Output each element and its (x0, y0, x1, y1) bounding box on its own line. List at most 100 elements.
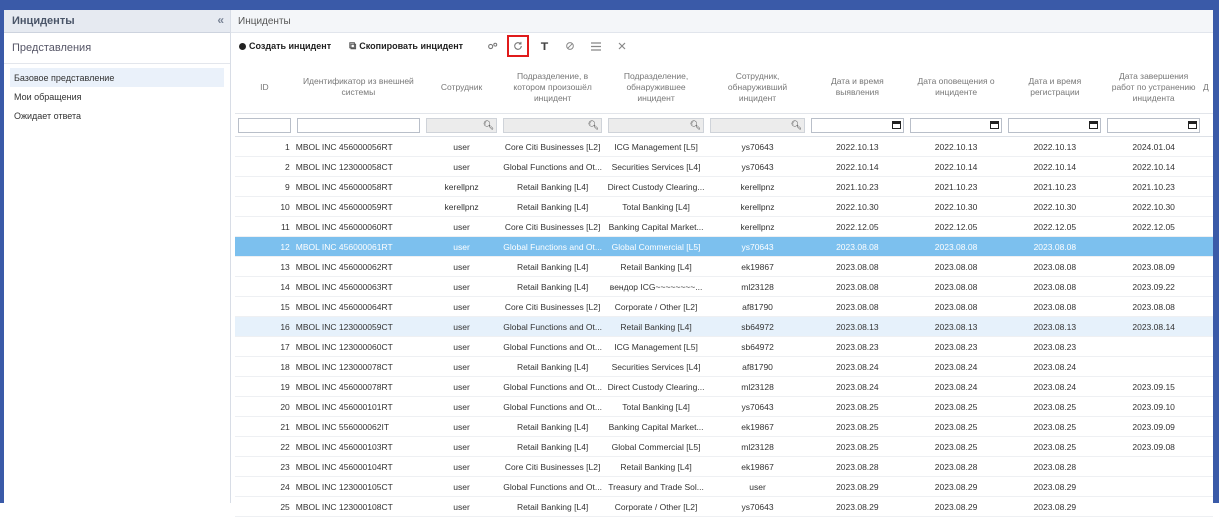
table-row[interactable]: 15 MBOL INC 456000064RT user Core Citi Busi… (235, 296, 1213, 317)
plus-circle-icon (239, 42, 246, 50)
table-cell: Direct Custody Clearing... (605, 176, 708, 197)
table-cell: Retail Banking [L4] (500, 416, 606, 437)
table-cell: sb64972 (707, 336, 809, 357)
table-cell: 2023.08.28 (808, 456, 907, 477)
collapse-icon[interactable]: « (217, 13, 224, 27)
search-icon[interactable]: 🔍︎ (588, 120, 601, 131)
table-cell: 2023.09.10 (1104, 396, 1204, 417)
col-header-id[interactable]: ID (235, 61, 294, 114)
table-cell: 2022.10.13 (1005, 136, 1105, 157)
filter-input-division-occurred[interactable]: 🔍︎ (503, 117, 603, 133)
close-icon[interactable] (611, 36, 633, 56)
table-cell: 2023.08.25 (808, 416, 907, 437)
table-row[interactable]: 20 MBOL INC 456000101RT user Global Functio… (235, 396, 1213, 417)
table-cell: MBOL INC 456000104RT (293, 456, 423, 477)
calendar-icon[interactable] (1188, 121, 1198, 129)
filter-date-completion[interactable] (1107, 117, 1201, 133)
table-cell: MBOL INC 456000059RT (293, 196, 423, 217)
table-row[interactable]: 13 MBOL INC 456000062RT user Retail Banking… (235, 256, 1213, 277)
filter-input-employee[interactable]: 🔍︎ (425, 117, 498, 133)
table-cell (1203, 196, 1213, 217)
table-cell: 2023.09.15 (1104, 376, 1204, 397)
table-row[interactable]: 23 MBOL INC 456000104RT user Core Citi Busi… (235, 456, 1213, 477)
filter-date-detection[interactable] (811, 117, 904, 133)
col-header-employee[interactable]: Сотрудник (422, 61, 501, 114)
table-row[interactable]: 25 MBOL INC 123000108CT user Retail Banking… (235, 496, 1213, 517)
col-header-division-detected[interactable]: Подразделение, обнаружившее инцидент (605, 61, 708, 114)
table-cell: ml23128 (707, 436, 809, 457)
col-header-notification-date[interactable]: Дата оповещения о инциденте (906, 61, 1006, 114)
table-cell: 2022.12.05 (1005, 216, 1105, 237)
table-cell: 2023.08.25 (1005, 396, 1105, 417)
table-cell (1203, 156, 1213, 177)
table-row[interactable]: 24 MBOL INC 123000105CT user Global Functio… (235, 476, 1213, 497)
table-cell: 2024.01.04 (1104, 136, 1204, 157)
table-row[interactable]: 2 MBOL INC 123000058CT user Global Function… (235, 156, 1213, 177)
filter-date-registration[interactable] (1008, 117, 1102, 133)
table-cell: 2023.08.13 (1005, 316, 1105, 337)
sidebar-item-my-requests[interactable]: Мои обращения (4, 87, 230, 106)
table-cell (1203, 176, 1213, 197)
filter-input-division-detected[interactable]: 🔍︎ (608, 117, 705, 133)
table-cell: 2023.09.09 (1104, 416, 1204, 437)
calendar-icon[interactable] (1089, 121, 1099, 129)
table-cell: Global Functions and Ot... (500, 396, 606, 417)
clear-filter-icon[interactable] (559, 36, 581, 56)
table-row[interactable]: 14 MBOL INC 456000063RT user Retail Banking… (235, 276, 1213, 297)
search-icon[interactable]: 🔍︎ (690, 120, 703, 131)
table-row[interactable]: 21 MBOL INC 556000062IT user Retail Banking… (235, 416, 1213, 437)
search-icon[interactable]: 🔍︎ (483, 120, 496, 131)
table-cell: user (422, 436, 501, 457)
settings-icon[interactable] (481, 36, 503, 56)
table-cell: Direct Custody Clearing... (605, 376, 708, 397)
table-cell: Retail Banking [L4] (605, 256, 708, 277)
table-row[interactable]: 9 MBOL INC 456000058RT kerellpnz Retail Ban… (235, 176, 1213, 197)
table-cell: 24 (235, 476, 294, 497)
table-row[interactable]: 19 MBOL INC 456000078RT user Global Functio… (235, 376, 1213, 397)
table-cell (1104, 496, 1204, 517)
table-cell: 2023.08.08 (1005, 276, 1105, 297)
col-header-detecting-employee[interactable]: Сотрудник, обнаруживший инцидент (707, 61, 809, 114)
col-header-truncated[interactable]: Д (1203, 61, 1213, 114)
table-cell: 2023.08.29 (808, 496, 907, 517)
filter-input-detecting-employee[interactable]: 🔍︎ (710, 117, 806, 133)
col-header-registration-date[interactable]: Дата и время регистрации (1005, 61, 1105, 114)
table-cell: 18 (235, 356, 294, 377)
table-row[interactable]: 16 MBOL INC 123000059CT user Global Functio… (235, 316, 1213, 337)
table-cell: 2023.08.29 (906, 496, 1006, 517)
filter-icon[interactable] (533, 36, 555, 56)
table-cell: ek19867 (707, 256, 809, 277)
filter-date-notification[interactable] (909, 117, 1003, 133)
table-cell: MBOL INC 456000060RT (293, 216, 423, 237)
refresh-icon[interactable] (507, 35, 530, 57)
table-cell: MBOL INC 123000059CT (293, 316, 423, 337)
table-row[interactable]: 22 MBOL INC 456000103RT user Retail Banking… (235, 436, 1213, 457)
table-cell: ek19867 (707, 456, 809, 477)
col-header-completion-date[interactable]: Дата завершения работ по устранению инци… (1104, 61, 1204, 114)
sidebar-item-base-view[interactable]: Базовое представление (10, 68, 224, 87)
table-row[interactable]: 1 MBOL INC 456000056RT user Core Citi Busin… (235, 136, 1213, 157)
create-incident-button[interactable]: Создать инцидент (239, 41, 331, 51)
filter-input-external-id[interactable] (296, 117, 420, 133)
col-header-detection-date[interactable]: Дата и время выявления (808, 61, 907, 114)
table-row[interactable]: 12 MBOL INC 456000061RT user Global Functio… (235, 236, 1213, 257)
col-header-external-id[interactable]: Идентификатор из внешней системы (293, 61, 423, 114)
copy-incident-button[interactable]: ⧉ Скопировать инцидент (349, 41, 463, 52)
table-row[interactable]: 11 MBOL INC 456000060RT user Core Citi Busi… (235, 216, 1213, 237)
table-cell: 2022.10.13 (906, 136, 1006, 157)
columns-icon[interactable] (585, 36, 607, 56)
calendar-icon[interactable] (891, 121, 901, 129)
table-row[interactable]: 17 MBOL INC 123000060CT user Global Functio… (235, 336, 1213, 357)
filter-input-id[interactable] (238, 117, 291, 133)
table-cell: af81790 (707, 296, 809, 317)
table-cell: 2022.10.14 (1005, 156, 1105, 177)
sidebar-item-awaiting-response[interactable]: Ожидает ответа (4, 106, 230, 125)
calendar-icon[interactable] (990, 121, 1000, 129)
table-cell: Core Citi Businesses [L2] (500, 456, 606, 477)
col-header-division-occurred[interactable]: Подразделение, в котором произошёл инцид… (500, 61, 606, 114)
table-row[interactable]: 18 MBOL INC 123000078CT user Retail Banking… (235, 356, 1213, 377)
search-icon[interactable]: 🔍︎ (791, 120, 804, 131)
table-cell: 11 (235, 216, 294, 237)
table-cell: MBOL INC 456000061RT (293, 236, 423, 257)
table-row[interactable]: 10 MBOL INC 456000059RT kerellpnz Retail Ba… (235, 196, 1213, 217)
